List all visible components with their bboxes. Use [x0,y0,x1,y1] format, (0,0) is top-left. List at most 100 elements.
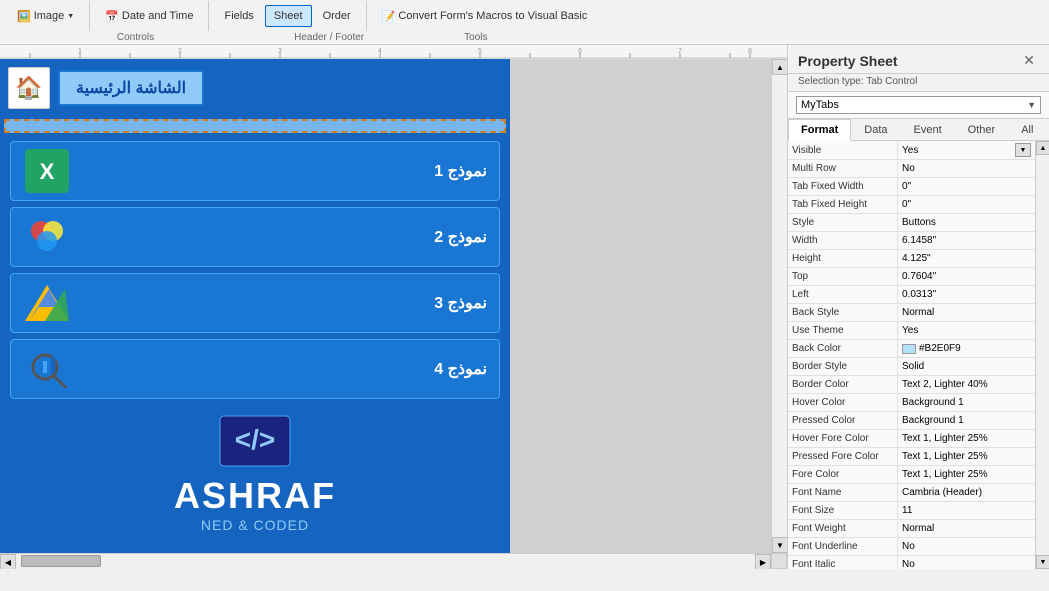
tab-selection-indicator[interactable] [4,119,506,133]
fields-label: Fields [224,10,253,22]
property-row[interactable]: Pressed Fore ColorText 1, Lighter 25% [788,448,1035,466]
nav-button-3[interactable]: نموذج 3 [10,273,500,333]
horizontal-scrollbar[interactable]: ◀ ▶ [0,553,771,569]
tools-group-label: Tools [464,32,487,43]
property-row[interactable]: Use ThemeYes [788,322,1035,340]
property-value: 11 [898,502,1035,519]
property-row[interactable]: Tab Fixed Width0" [788,178,1035,196]
property-row[interactable]: Tab Fixed Height0" [788,196,1035,214]
property-row[interactable]: Hover Fore ColorText 1, Lighter 25% [788,430,1035,448]
property-row[interactable]: Font WeightNormal [788,520,1035,538]
nav-label-1: نموذج 1 [434,161,487,181]
property-row[interactable]: Fore ColorText 1, Lighter 25% [788,466,1035,484]
nav-button-1[interactable]: نموذج 1 X [10,141,500,201]
property-name: Font Weight [788,520,898,537]
nav-buttons-container: نموذج 1 X نموذج 2 [0,135,510,405]
controls-group-label: Controls [117,32,154,43]
sheet-label: Sheet [274,10,303,22]
property-value: Cambria (Header) [898,484,1035,501]
property-row[interactable]: Back StyleNormal [788,304,1035,322]
nav-icon-1: X [23,147,71,195]
property-name: Back Style [788,304,898,321]
property-row[interactable]: Font UnderlineNo [788,538,1035,556]
property-row[interactable]: VisibleYes▼ [788,141,1035,160]
scroll-thumb-h[interactable] [21,555,101,567]
datetime-icon: 📅 [105,10,119,23]
prop-scroll-down-btn[interactable]: ▼ [1036,555,1049,569]
property-dropdown-btn[interactable]: ▼ [1015,143,1031,157]
property-name: Width [788,232,898,249]
convert-icon: 📝 [382,10,396,23]
property-name: Tab Fixed Width [788,178,898,195]
property-row[interactable]: Left0.0313" [788,286,1035,304]
property-row[interactable]: Pressed ColorBackground 1 [788,412,1035,430]
order-button[interactable]: Order [314,5,360,27]
selection-dropdown[interactable]: MyTabs ▼ [796,96,1041,114]
property-row[interactable]: Multi RowNo [788,160,1035,178]
prop-scroll-up-btn[interactable]: ▲ [1036,141,1049,155]
property-table: VisibleYes▼Multi RowNoTab Fixed Width0"T… [788,141,1035,569]
separator [89,1,90,31]
tab-event[interactable]: Event [901,119,955,140]
svg-text:X: X [40,159,55,184]
property-row[interactable]: Font ItalicNo [788,556,1035,569]
property-row[interactable]: Border ColorText 2, Lighter 40% [788,376,1035,394]
property-row[interactable]: Font NameCambria (Header) [788,484,1035,502]
property-row[interactable]: Width6.1458" [788,232,1035,250]
vertical-scrollbar[interactable]: ▲ ▼ [771,59,787,553]
datetime-label: Date and Time [122,10,194,22]
property-value: #B2E0F9 [898,340,1035,357]
scroll-left-btn[interactable]: ◀ [0,554,16,569]
main-area: 1 2 3 4 5 6 [0,45,1049,569]
nav-button-2[interactable]: نموذج 2 [10,207,500,267]
property-row[interactable]: Back Color#B2E0F9 [788,340,1035,358]
home-icon-btn[interactable]: 🏠 [8,67,50,109]
property-name: Font Size [788,502,898,519]
property-tabs-row: Format Data Event Other All [788,119,1049,141]
close-button[interactable]: ✕ [1019,53,1039,67]
fields-button[interactable]: Fields [215,5,262,27]
scroll-right-btn[interactable]: ▶ [755,554,771,569]
tab-all[interactable]: All [1008,119,1046,140]
property-name: Hover Fore Color [788,430,898,447]
date-time-button[interactable]: 📅 Date and Time [96,5,202,28]
nav-label-3: نموذج 3 [434,293,487,313]
property-name: Border Color [788,376,898,393]
property-row[interactable]: Font Size11 [788,502,1035,520]
image-button[interactable]: 🖼️ Image ▼ [8,5,83,28]
property-value: Buttons [898,214,1035,231]
property-name: Fore Color [788,466,898,483]
tab-other[interactable]: Other [955,119,1009,140]
panel-title-bar: Property Sheet ✕ [788,45,1049,74]
prop-scroll-track[interactable] [1036,155,1049,555]
property-value: No [898,556,1035,569]
dropdown-arrow-icon: ▼ [1027,100,1036,110]
convert-button[interactable]: 📝 Convert Form's Macros to Visual Basic [373,5,597,28]
property-row[interactable]: Border StyleSolid [788,358,1035,376]
property-row[interactable]: Top0.7604" [788,268,1035,286]
property-name: Left [788,286,898,303]
svg-text:3: 3 [278,48,282,55]
svg-text:4: 4 [378,48,382,55]
property-value[interactable]: Yes ▼ [898,141,1035,159]
sheet-button[interactable]: Sheet [265,5,312,27]
property-row[interactable]: StyleButtons [788,214,1035,232]
property-value-text: Yes [902,145,918,156]
property-value: 0.0313" [898,286,1035,303]
scroll-track-h[interactable] [16,554,755,569]
property-scrollbar[interactable]: ▲ ▼ [1035,141,1049,569]
scroll-down-btn[interactable]: ▼ [772,537,787,553]
tab-format[interactable]: Format [788,119,851,141]
nav-button-4[interactable]: نموذج 4 [10,339,500,399]
svg-text:6: 6 [578,48,582,55]
arabic-title: الشاشة الرئيسية [58,70,204,106]
property-name: Hover Color [788,394,898,411]
scroll-track-v[interactable] [772,75,787,537]
image-label: Image [34,10,65,22]
scroll-up-btn[interactable]: ▲ [772,59,787,75]
property-row[interactable]: Hover ColorBackground 1 [788,394,1035,412]
property-row[interactable]: Height4.125" [788,250,1035,268]
tab-data[interactable]: Data [851,119,900,140]
property-name: Height [788,250,898,267]
svg-text:2: 2 [178,48,182,55]
